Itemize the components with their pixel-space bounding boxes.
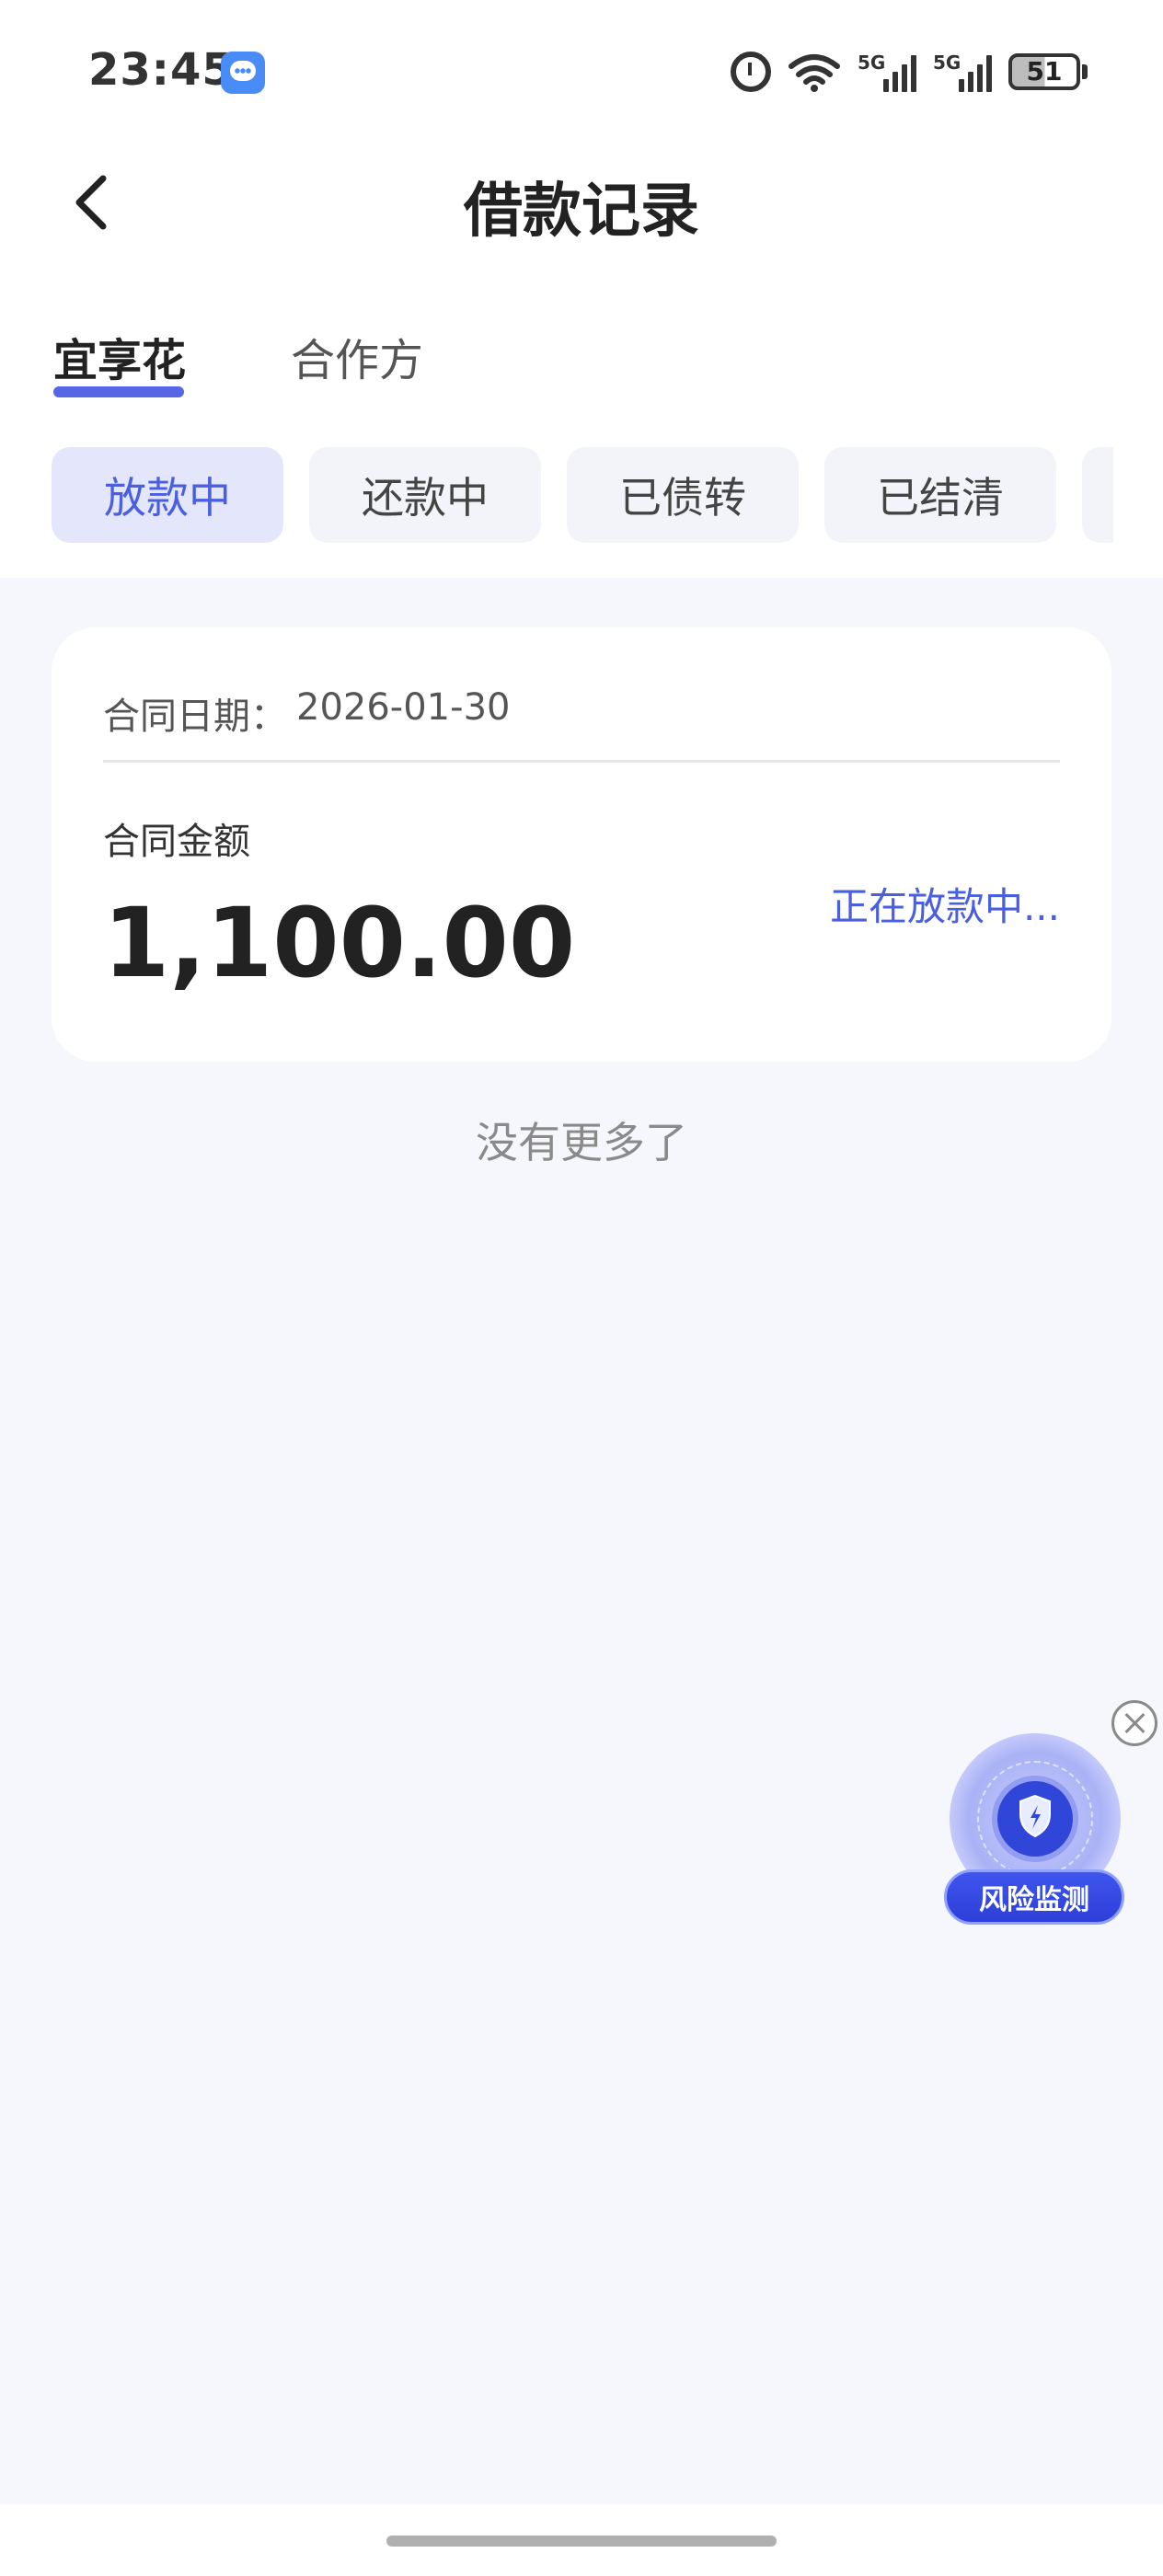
signal-icon: 5G <box>933 52 992 92</box>
status-bar: 23:45 5G 5G 51 <box>0 0 1163 138</box>
signal-icon: 5G <box>858 52 916 92</box>
active-tab-indicator <box>53 386 184 397</box>
filter-settled[interactable]: 已结清 <box>824 447 1056 543</box>
alarm-icon <box>731 52 771 92</box>
battery-level: 51 <box>1026 56 1063 86</box>
risk-monitor-label: 风险监测 <box>944 1869 1124 1925</box>
shield-icon <box>1019 1794 1051 1838</box>
contract-date-label: 合同日期： <box>103 696 287 738</box>
contract-amount-value: 1,100.00 <box>103 887 576 999</box>
contract-date-value: 2026-01-30 <box>296 686 511 729</box>
loan-record-card[interactable]: 合同日期： 2026-01-30 合同金额 1,100.00 正在放款中... <box>52 627 1111 1062</box>
home-indicator[interactable] <box>386 2536 777 2547</box>
gesture-bar <box>0 2504 1163 2576</box>
filter-repaying[interactable]: 还款中 <box>309 447 541 543</box>
tab-partner[interactable]: 合作方 <box>291 324 423 388</box>
divider <box>103 760 1060 763</box>
contract-amount-label: 合同金额 <box>103 821 250 863</box>
filter-lending[interactable]: 放款中 <box>52 447 283 543</box>
page-title: 借款记录 <box>464 178 699 246</box>
network-type-label: 5G <box>933 52 961 74</box>
status-time: 23:45 <box>88 44 234 96</box>
risk-monitor-widget[interactable]: 风险监测 <box>944 1733 1124 1932</box>
message-icon <box>221 52 265 94</box>
network-type-label: 5G <box>858 52 886 74</box>
list-end-text: 没有更多了 <box>476 1118 687 1167</box>
wifi-icon <box>788 52 841 92</box>
filter-more[interactable] <box>1082 447 1113 543</box>
loan-status: 正在放款中... <box>829 884 1060 929</box>
battery-icon: 51 <box>1008 53 1088 90</box>
status-icons: 5G 5G 51 <box>731 46 1088 98</box>
tab-yixianghua[interactable]: 宜享花 <box>53 324 186 388</box>
filter-transferred[interactable]: 已债转 <box>567 447 799 543</box>
